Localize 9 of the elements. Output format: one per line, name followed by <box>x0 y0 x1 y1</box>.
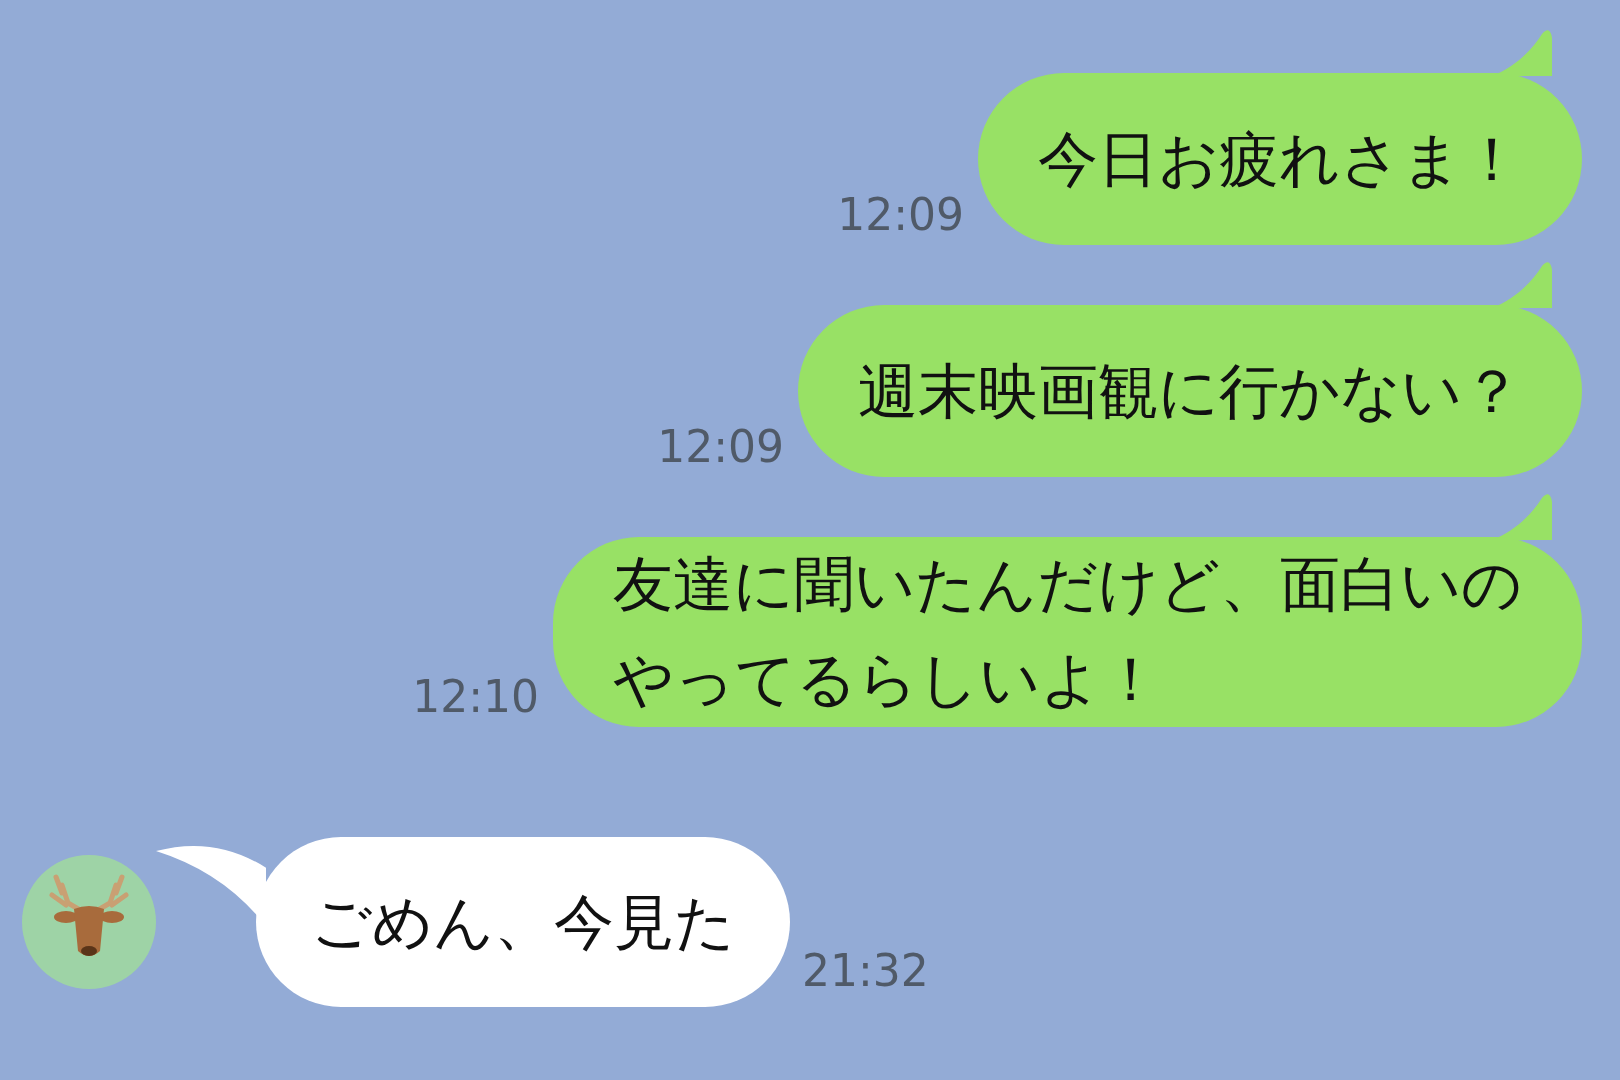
message-text: 今日お疲れさま！ <box>1038 122 1522 196</box>
message-time: 12:10 <box>412 675 539 724</box>
message-text: 友達に聞いたんだけど、面白いの <box>613 548 1522 621</box>
message-text: ごめん、今見た <box>311 885 735 959</box>
message-time: 21:32 <box>802 949 929 998</box>
message-time: 12:09 <box>657 425 784 474</box>
message-text: 週末映画観に行かない？ <box>858 354 1522 428</box>
message-time: 12:09 <box>837 193 964 242</box>
message-text: やってるらしいよ！ <box>613 643 1162 716</box>
